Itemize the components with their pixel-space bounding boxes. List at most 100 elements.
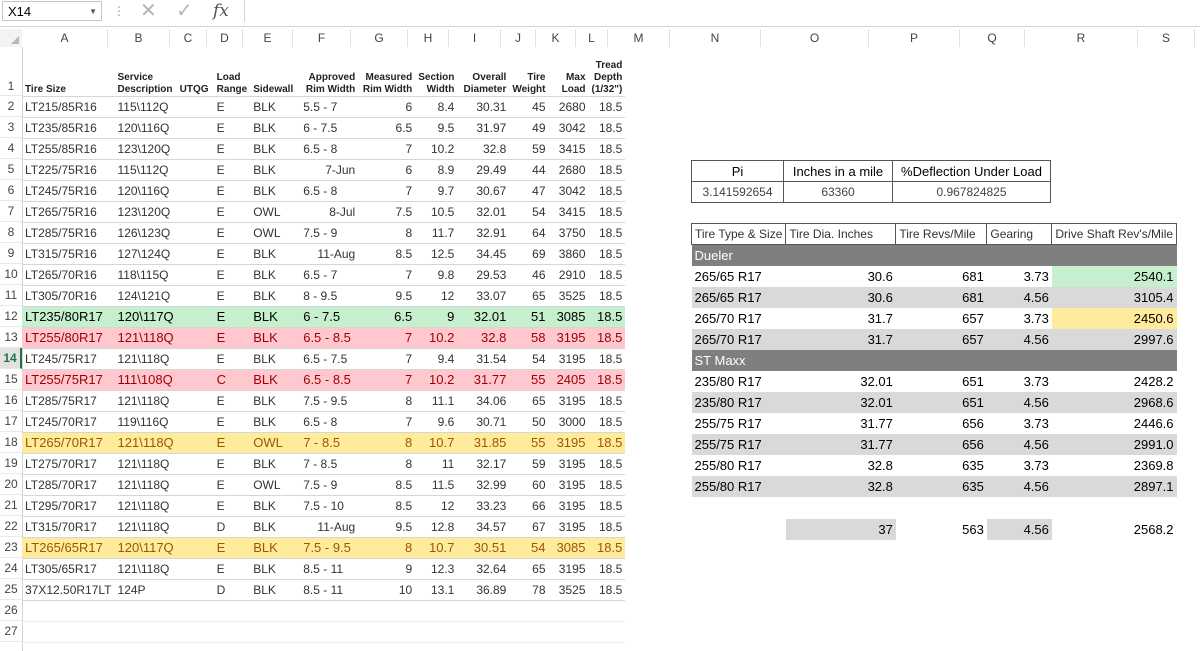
table-cell[interactable]: BLK <box>250 579 301 601</box>
table-cell[interactable]: 6.5 - 8.5 <box>300 327 359 349</box>
table-cell[interactable]: LT245/75R16 <box>22 180 115 202</box>
table-cell[interactable]: 54 <box>509 348 549 370</box>
table-cell[interactable]: 3195 <box>548 495 589 517</box>
table-cell[interactable]: 8.5 <box>358 495 416 517</box>
table-cell[interactable]: 18.5 <box>588 558 626 580</box>
table-cell[interactable] <box>176 432 214 454</box>
table-cell[interactable]: 32.91 <box>457 222 510 244</box>
calc-cell[interactable] <box>692 519 786 540</box>
table-cell[interactable]: 3525 <box>548 579 589 601</box>
table-cell[interactable]: LT275/70R17 <box>22 453 115 475</box>
table-cell[interactable]: LT305/65R17 <box>22 558 115 580</box>
table-cell[interactable]: BLK <box>250 558 301 580</box>
table-cell[interactable] <box>176 558 214 580</box>
table-cell[interactable]: 124P <box>114 579 177 601</box>
table-cell[interactable]: 3042 <box>548 117 589 139</box>
table-cell[interactable]: LT235/80R17 <box>22 306 115 328</box>
table-cell[interactable]: 2910 <box>548 264 589 286</box>
table-cell[interactable]: LT265/65R17 <box>22 537 115 559</box>
table-cell[interactable]: 59 <box>509 453 549 475</box>
table-cell[interactable] <box>114 621 177 643</box>
table-cell[interactable]: 10.7 <box>415 432 458 454</box>
table-cell[interactable]: 18.5 <box>588 579 626 601</box>
table-cell[interactable] <box>300 621 359 643</box>
table-cell[interactable] <box>457 600 510 622</box>
calc-col-header[interactable]: Tire Type & Size <box>690 223 787 245</box>
column-header-h[interactable]: H <box>408 29 449 47</box>
table-cell[interactable]: 54 <box>509 537 549 559</box>
table-cell[interactable]: 127\124Q <box>114 243 177 265</box>
tire-col-header[interactable]: UTQG <box>176 48 214 97</box>
table-cell[interactable]: 3415 <box>548 201 589 223</box>
table-cell[interactable]: 18.5 <box>588 537 626 559</box>
column-header-e[interactable]: E <box>243 29 293 47</box>
table-cell[interactable]: 121\118Q <box>114 348 177 370</box>
table-cell[interactable]: 33.07 <box>457 285 510 307</box>
table-cell[interactable]: 9.5 <box>358 285 416 307</box>
table-cell[interactable] <box>176 306 214 328</box>
row-header-14[interactable]: 14 <box>0 348 22 369</box>
formula-input[interactable] <box>244 0 1200 22</box>
select-all-button[interactable] <box>0 29 22 47</box>
calc-cell[interactable]: 2897.1 <box>1051 475 1177 497</box>
calc-cell[interactable]: 265/65 R17 <box>691 286 786 308</box>
table-cell[interactable]: E <box>213 117 251 139</box>
column-header-l[interactable]: L <box>576 29 608 47</box>
table-cell[interactable]: 6 <box>358 159 416 181</box>
calc-col-header[interactable]: Drive Shaft Rev's/Mile <box>1051 223 1178 245</box>
table-cell[interactable]: BLK <box>250 306 301 328</box>
table-cell[interactable]: BLK <box>250 180 301 202</box>
calc-cell[interactable]: 4.56 <box>986 286 1052 308</box>
calc-col-header[interactable]: Tire Revs/Mile <box>895 223 988 245</box>
table-cell[interactable]: 3195 <box>548 432 589 454</box>
calc-cell[interactable]: 656 <box>896 413 987 434</box>
table-cell[interactable]: 7 <box>358 180 416 202</box>
table-cell[interactable]: 11.7 <box>415 222 458 244</box>
table-cell[interactable] <box>358 600 416 622</box>
table-cell[interactable]: BLK <box>250 285 301 307</box>
table-cell[interactable]: LT225/75R16 <box>22 159 115 181</box>
table-cell[interactable]: 10.2 <box>415 138 458 160</box>
table-cell[interactable]: 65 <box>509 285 549 307</box>
column-header-b[interactable]: B <box>108 29 170 47</box>
column-header-p[interactable]: P <box>869 29 960 47</box>
table-cell[interactable]: E <box>213 222 251 244</box>
table-cell[interactable] <box>176 516 214 538</box>
row-header-16[interactable]: 16 <box>0 390 22 411</box>
table-cell[interactable]: 8.4 <box>415 96 458 118</box>
tire-col-header[interactable]: Tread Depth (1/32") <box>588 48 626 97</box>
calc-cell[interactable]: 30.6 <box>785 286 896 308</box>
table-cell[interactable]: 121\118Q <box>114 495 177 517</box>
table-cell[interactable] <box>176 621 214 643</box>
row-header-19[interactable]: 19 <box>0 453 22 474</box>
tire-col-header[interactable]: Section Width <box>415 48 458 97</box>
calc-cell[interactable]: 3.73 <box>987 371 1052 392</box>
table-cell[interactable]: 59 <box>509 138 549 160</box>
table-cell[interactable] <box>250 600 301 622</box>
table-cell[interactable]: 6.5 - 8 <box>300 411 359 433</box>
table-cell[interactable]: 18.5 <box>588 117 626 139</box>
table-cell[interactable]: 18.5 <box>588 180 626 202</box>
table-cell[interactable]: 7.5 - 10 <box>300 495 359 517</box>
table-cell[interactable] <box>114 600 177 622</box>
table-cell[interactable]: 7 <box>358 264 416 286</box>
table-cell[interactable]: 9.5 <box>415 117 458 139</box>
table-cell[interactable]: 121\118Q <box>114 432 177 454</box>
table-cell[interactable]: 18.5 <box>588 222 626 244</box>
calc-cell[interactable]: 255/75 R17 <box>691 433 786 455</box>
table-cell[interactable]: 6.5 - 7 <box>300 264 359 286</box>
table-cell[interactable] <box>176 264 214 286</box>
row-header-2[interactable]: 2 <box>0 96 22 117</box>
calc-col-header[interactable]: Gearing <box>986 223 1053 245</box>
table-cell[interactable]: 30.71 <box>457 411 510 433</box>
table-cell[interactable]: 18.5 <box>588 411 626 433</box>
table-cell[interactable]: 34.06 <box>457 390 510 412</box>
table-cell[interactable]: 12 <box>415 285 458 307</box>
table-cell[interactable]: 34.45 <box>457 243 510 265</box>
table-cell[interactable]: 7.5 - 9.5 <box>300 390 359 412</box>
table-cell[interactable]: 7 - 8.5 <box>300 432 359 454</box>
table-cell[interactable]: 6 <box>358 96 416 118</box>
table-cell[interactable]: 2680 <box>548 96 589 118</box>
calc-cell[interactable]: 651 <box>896 371 987 392</box>
table-cell[interactable]: BLK <box>250 117 301 139</box>
